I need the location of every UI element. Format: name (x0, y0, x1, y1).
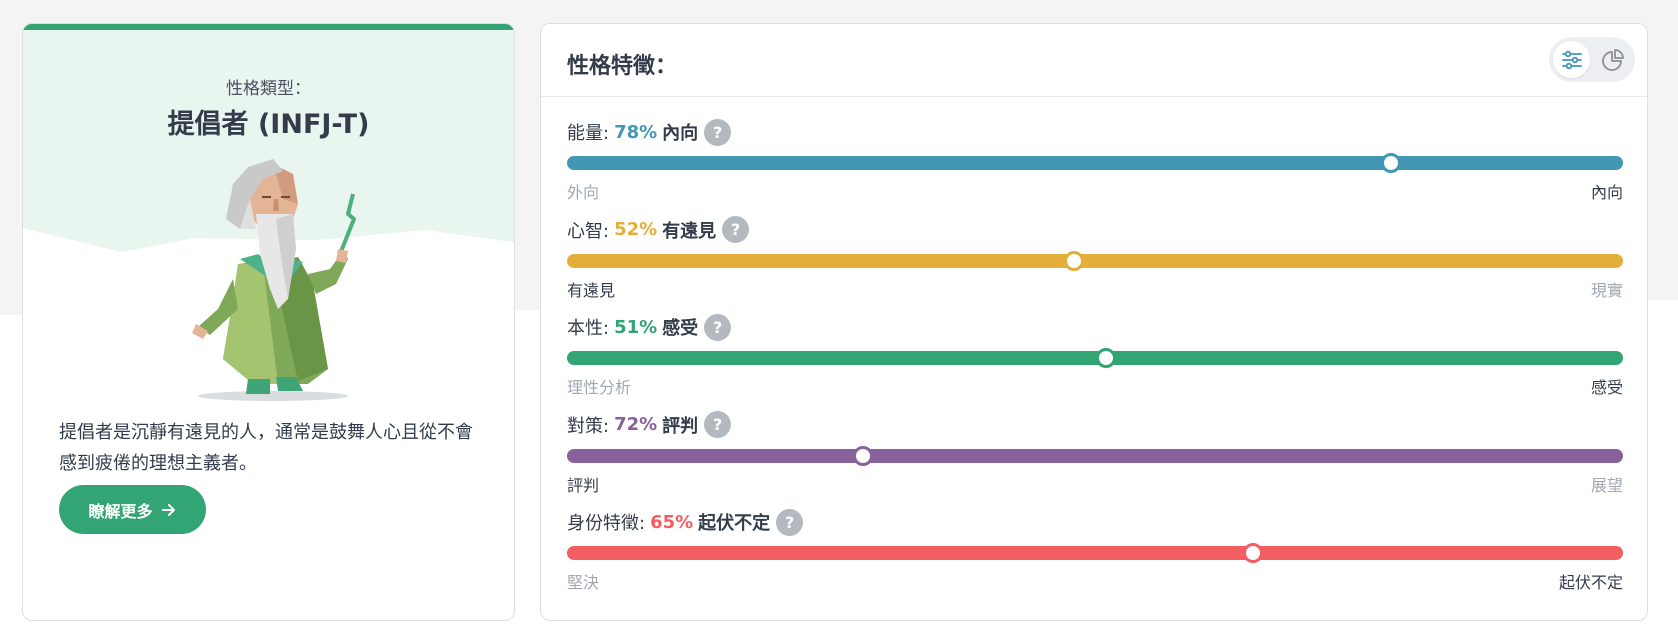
type-name: 提倡者 (INFJ-T) (167, 109, 370, 140)
trait-right-label: 現實 (1590, 280, 1623, 300)
trait-slider-knob[interactable] (852, 445, 873, 466)
trait-slider-knob[interactable] (1095, 348, 1116, 368)
trait-row: 心智: 52% 有遠見? 有遠見 現實 (567, 216, 1623, 306)
trait-bar (567, 253, 1623, 268)
card-accent-bar (23, 24, 514, 30)
trait-left-label: 堅決 (567, 573, 600, 592)
trait-bar (567, 156, 1623, 170)
type-description: 提倡者是沉靜有遠見的人，通常是鼓舞人心且從不會感到疲倦的理想主義者。 (59, 422, 473, 474)
traits-title: 性格特徵： (567, 54, 678, 79)
help-icon[interactable]: ? (704, 313, 732, 341)
traits-header: 性格特徵： (541, 24, 1647, 97)
trait-row: 身份特徵: 65% 起伏不定? 堅決 起伏不定 (567, 508, 1623, 598)
trait-right-label: 內向 (1590, 183, 1623, 202)
trait-slider-knob[interactable] (1063, 250, 1084, 271)
chart-view-button[interactable] (1594, 41, 1631, 78)
help-icon[interactable]: ? (776, 508, 804, 536)
sliders-icon (1561, 50, 1582, 69)
trait-name: 心智: (567, 220, 610, 242)
trait-dominant-side: 內向 (662, 123, 699, 144)
trait-row: 對策: 72% 評判? 評判 展望 (567, 411, 1623, 501)
trait-percent: 72% (614, 414, 658, 435)
trait-heading: 本性: 51% 感受? (567, 313, 732, 341)
learn-more-label: 瞭解更多 (88, 501, 153, 521)
trait-percent: 65% (650, 511, 694, 533)
trait-right-label: 起伏不定 (1558, 573, 1623, 592)
trait-percent: 52% (614, 219, 658, 240)
trait-percent: 78% (614, 121, 658, 143)
pie-chart-icon (1601, 48, 1624, 71)
trait-heading: 心智: 52% 有遠見? (567, 216, 750, 244)
trait-row: 能量: 78% 內向? 外向 內向 (567, 118, 1623, 208)
trait-percent: 51% (614, 316, 658, 338)
trait-bar (567, 546, 1623, 560)
sliders-view-button[interactable] (1553, 41, 1590, 78)
trait-right-label: 感受 (1590, 378, 1623, 397)
trait-name: 身份特徵: (567, 513, 646, 534)
help-icon[interactable]: ? (704, 411, 732, 438)
trait-dominant-side: 感受 (662, 318, 699, 339)
trait-bar (567, 448, 1623, 463)
view-toggle (1549, 37, 1635, 82)
trait-name: 對策: (567, 415, 610, 437)
trait-heading: 對策: 72% 評判? (567, 411, 732, 439)
personality-type-card: 性格類型： 提倡者 (INFJ-T) 提倡者是沉靜有遠見的人，通常是鼓舞人心且從… (22, 23, 515, 621)
trait-dominant-side: 起伏不定 (698, 513, 771, 534)
trait-left-label: 理性分析 (567, 378, 632, 397)
trait-slider-knob[interactable] (1243, 543, 1264, 563)
personality-traits-card: 性格特徵： 能量: 78% 內向 ? 外向 內向 心智: 52% 有遠見 ? 有… (540, 23, 1648, 621)
trait-left-label: 外向 (567, 183, 600, 202)
trait-name: 本性: (567, 318, 610, 339)
trait-left-label: 評判 (567, 475, 600, 495)
trait-slider-knob[interactable] (1380, 153, 1401, 173)
trait-heading: 身份特徵: 65% 起伏不定? (567, 508, 804, 536)
trait-left-label: 有遠見 (567, 280, 616, 300)
arrow-right-icon (161, 503, 175, 516)
help-icon[interactable]: ? (722, 216, 750, 243)
trait-dominant-side: 評判 (662, 415, 699, 437)
help-icon[interactable]: ? (704, 118, 732, 146)
trait-dominant-side: 有遠見 (662, 220, 717, 242)
trait-name: 能量: (567, 123, 610, 144)
type-label: 性格類型： (226, 79, 311, 99)
advocate-character-illustration (192, 159, 356, 401)
learn-more-button[interactable]: 瞭解更多 (59, 485, 206, 534)
trait-heading: 能量: 78% 內向? (567, 118, 732, 146)
trait-row: 本性: 51% 感受? 理性分析 感受 (567, 313, 1623, 403)
trait-right-label: 展望 (1590, 475, 1623, 495)
